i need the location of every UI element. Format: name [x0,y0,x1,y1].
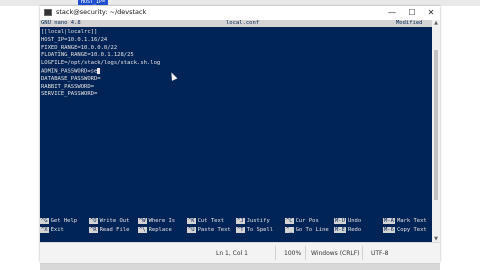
shortcut-key: ^C [285,218,294,224]
title-bar[interactable]: stack@security: ~/devstack — ☐ ✕ [40,6,440,20]
current-line-text: ADMIN_PASSWORD=se [41,68,98,75]
vertical-scrollbar[interactable]: ▲ ▼ [432,20,440,242]
shortcut-key: ^R [89,227,98,233]
shortcut-redo[interactable]: M-E Redo [334,226,361,235]
notepad-terminal-window: stack@security: ~/devstack — ☐ ✕ GNU nan… [40,6,440,263]
shortcut-exit[interactable]: ^X Exit [40,226,64,235]
shortcut-key: M-E [334,227,346,233]
shortcut-key: ^G [40,218,49,224]
text-cursor [97,67,101,74]
shortcut-label: Write Out [99,218,130,224]
shortcut-label: Redo [347,227,362,233]
shortcut-label: Go To Line [295,227,329,233]
cursor-position: Ln 1, Col 1 [216,250,248,257]
shortcut-label: To Spell [246,227,274,233]
shortcut-label: Exit [50,227,64,233]
buffer-line: DATABASE_PASSWORD= [41,75,101,82]
terminal-pane[interactable]: GNU nano 4.8 local.conf Modified [[local… [40,20,432,242]
shortcut-label: Read File [99,227,130,233]
shortcut-key: M-6 [383,227,395,233]
shortcut-where-is[interactable]: ^W Where Is [138,217,175,226]
shortcut-key: ^X [40,227,49,233]
buffer-line: [[local|localrc]] [41,29,98,35]
shortcut-label: Mark Text [396,218,427,224]
nano-modified-state: Modified [396,20,423,26]
scroll-up-icon[interactable]: ▲ [432,20,440,26]
editor-buffer[interactable]: [[local|localrc]] HOST_IP=10.0.1.16/24 F… [41,29,160,99]
maximize-button[interactable]: ☐ [402,6,422,20]
nano-filename: local.conf [226,20,260,26]
buffer-line: HOST_IP=10.0.1.16/24 [41,36,108,43]
shortcut-get-help[interactable]: ^G Get Help [40,217,77,226]
buffer-line: FIXED_RANGE=10.0.0.0/22 [41,44,118,51]
shortcut-label: Undo [347,218,362,224]
nano-shortcut-bar: ^G Get Help ^O Write Out ^W Where Is ^K Cut … [40,217,432,235]
status-divider [362,246,363,260]
shortcut-label: Copy Text [396,227,427,233]
shortcut-label: Replace [148,227,172,233]
shortcut-label: Cut Text [197,218,225,224]
shortcut-go-to-line[interactable]: ^_ Go To Line [285,226,329,235]
close-button[interactable]: ✕ [421,6,441,20]
shortcut-read-file[interactable]: ^R Read File [89,226,129,235]
status-bar: Ln 1, Col 1 100% Windows (CRLF) UTF-8 [40,242,440,263]
encoding: UTF-8 [371,250,389,257]
shortcut-cur-pos[interactable]: ^C Cur Pos [285,217,319,226]
shortcut-write-out[interactable]: ^O Write Out [89,217,129,226]
nano-version: GNU nano 4.8 [41,20,81,26]
shortcut-key: ^O [89,218,98,224]
shortcut-label: Justify [246,218,270,224]
shortcut-mark-text[interactable]: M-A Mark Text [383,217,427,226]
shortcut-key: ^_ [285,227,294,233]
terminal-app-icon [44,9,52,16]
shortcut-paste-text[interactable]: ^U Paste Text [187,226,231,235]
shortcut-key: ^W [138,218,147,224]
buffer-line: FLOATING_RANGE=10.0.1.128/25 [41,52,134,59]
shortcut-label: Get Help [50,218,78,224]
window-title: stack@security: ~/devstack [56,8,147,16]
buffer-line-current: ADMIN_PASSWORD=se [41,67,160,76]
shortcut-key: ^\ [138,227,147,233]
background-left [0,6,40,270]
shortcut-key: ^J [236,218,245,224]
shortcut-key: ^K [187,218,196,224]
shortcut-key: M-A [383,218,395,224]
shortcut-cut-text[interactable]: ^K Cut Text [187,217,224,226]
shortcut-justify[interactable]: ^J Justify [236,217,270,226]
shortcut-to-spell[interactable]: ^T To Spell [236,226,273,235]
shortcut-label: Paste Text [197,227,231,233]
shortcut-key: ^T [236,227,245,233]
zoom-level: 100% [284,250,302,257]
minimize-button[interactable]: — [382,6,402,20]
line-ending: Windows (CRLF) [311,250,360,257]
buffer-line: RABBIT_PASSWORD= [41,83,94,90]
nano-header: GNU nano 4.8 local.conf Modified [40,20,432,27]
background-tag: HOST_IP= [78,0,109,5]
shortcut-replace[interactable]: ^\ Replace [138,226,172,235]
status-divider [305,246,306,260]
shortcut-key: M-U [334,218,346,224]
shortcut-key: ^U [187,227,196,233]
buffer-line: LOGFILE=/opt/stack/logs/stack.sh.log [41,60,161,67]
status-divider [275,246,276,260]
mouse-pointer-icon [168,71,178,81]
shortcut-copy-text[interactable]: M-6 Copy Text [383,226,427,235]
shortcut-label: Cur Pos [295,218,319,224]
buffer-line: SERVICE_PASSWORD= [41,91,98,98]
scrollbar-thumb[interactable] [434,50,438,200]
background-right [440,6,480,270]
shortcut-label: Where Is [148,218,176,224]
shortcut-undo[interactable]: M-U Undo [334,217,361,226]
